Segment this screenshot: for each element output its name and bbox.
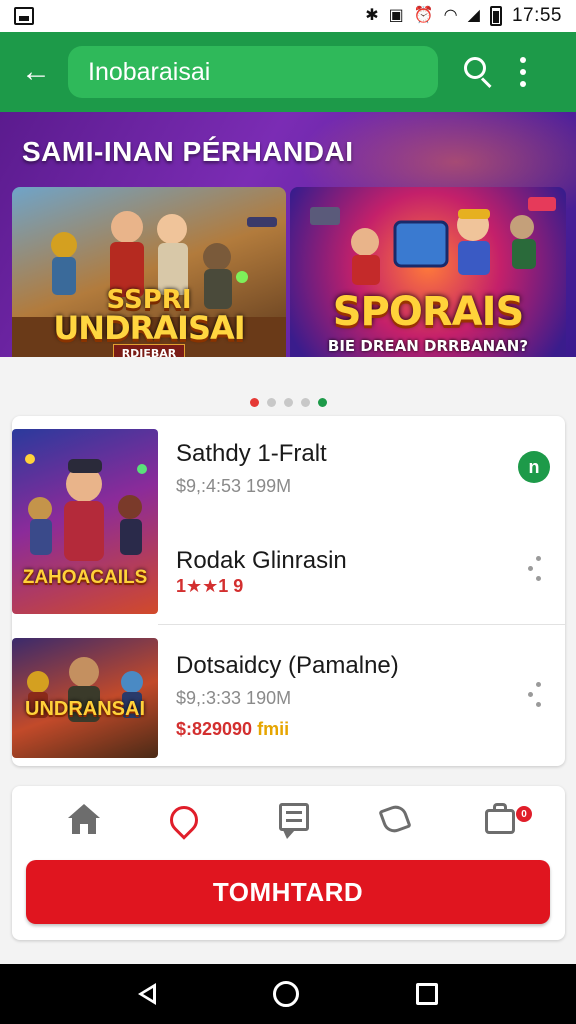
more-vertical-icon[interactable] <box>526 682 542 708</box>
heart-icon[interactable] <box>164 800 208 844</box>
promo-section: SAMI-INAN PÉRHANDAI SSPRI UNDRAISAI RDIE… <box>0 112 576 357</box>
list-item-1-subtitle: $9,:4:53 199M <box>176 476 292 496</box>
more-options-icon[interactable] <box>518 57 528 87</box>
image-icon <box>14 7 34 25</box>
game-thumbnail-1[interactable]: ZAHOACAILS <box>12 429 158 614</box>
promo-banner-1[interactable]: SSPRI UNDRAISAI RDIEBAR <box>12 187 286 357</box>
promo-banner-2[interactable]: SPORAIS BIE DREAN DRRBANAN? <box>290 187 566 357</box>
bottom-nav: 0 <box>12 800 565 844</box>
bag-icon[interactable]: 0 <box>482 800 532 844</box>
signal-icon: ◢ <box>467 7 480 24</box>
list-item-2-title[interactable]: Rodak Glinrasin <box>176 547 347 575</box>
status-right: ✱ ▣ ⏰ ◠ ◢ 17:55 <box>365 5 562 27</box>
status-clock: 17:55 <box>511 5 562 26</box>
thumbnail-1-logo: ZAHOACAILS <box>22 567 148 588</box>
bluetooth-icon: ✱ <box>365 7 379 24</box>
list-item-2-rating: 1★★1 9 <box>176 576 244 596</box>
banner-1-logo: UNDRAISAI <box>53 309 245 347</box>
carousel-dot[interactable] <box>300 398 310 407</box>
system-recents-icon[interactable] <box>415 983 438 1005</box>
more-vertical-icon[interactable] <box>526 556 542 582</box>
bottom-action-card: 0 TOMHTARD <box>12 786 565 940</box>
share-icon[interactable] <box>376 800 420 844</box>
carousel-dots <box>0 398 576 407</box>
list-divider <box>158 624 565 625</box>
app-bar: ← Inobaraisai <box>0 32 576 112</box>
carousel-dot[interactable] <box>317 398 327 407</box>
home-icon[interactable] <box>64 800 108 844</box>
app-title[interactable]: Inobaraisai <box>68 46 438 98</box>
banner-2-logo: SPORAIS <box>332 289 525 335</box>
system-back-icon[interactable] <box>138 983 157 1005</box>
system-nav-bar <box>0 964 576 1024</box>
carousel-dot[interactable] <box>283 398 293 407</box>
list-item-1-title[interactable]: Sathdy 1-Fralt <box>176 440 327 468</box>
vibrate-icon: ▣ <box>388 7 404 24</box>
list-item-3-subtitle: $9,:3:33 190M <box>176 688 292 708</box>
game-thumbnail-2[interactable]: UNDRANSAI <box>12 638 158 758</box>
price-value: $:829090 <box>176 719 253 739</box>
carousel-dot[interactable] <box>249 398 259 407</box>
cart-badge: 0 <box>516 806 532 822</box>
install-badge-icon[interactable]: n <box>518 451 550 483</box>
status-bar: ✱ ▣ ⏰ ◠ ◢ 17:55 <box>0 0 576 32</box>
wifi-icon: ◠ <box>443 7 458 24</box>
system-home-icon[interactable] <box>272 981 299 1007</box>
list-item-3-price: $:829090 fmii <box>176 719 289 740</box>
banner-1-subtitle: RDIEBAR <box>12 344 286 357</box>
carousel-dot[interactable] <box>266 398 276 407</box>
list-item-3-title[interactable]: Dotsaidcy (Pamalne) <box>176 652 399 680</box>
back-arrow-icon[interactable]: ← <box>18 54 54 90</box>
promo-heading: SAMI-INAN PÉRHANDAI <box>22 136 354 167</box>
chat-icon[interactable] <box>274 800 318 844</box>
alarm-icon: ⏰ <box>413 7 434 24</box>
game-list-card: ZAHOACAILS Sathdy 1-Fralt $9,:4:53 199M … <box>12 416 565 766</box>
price-suffix: fmii <box>257 719 290 739</box>
status-left <box>14 7 34 25</box>
banner-2-subtitle: BIE DREAN DRRBANAN? <box>327 337 529 355</box>
search-icon[interactable] <box>460 54 496 90</box>
primary-cta-button[interactable]: TOMHTARD <box>26 860 550 924</box>
thumbnail-2-logo: UNDRANSAI <box>25 698 145 720</box>
battery-icon <box>489 6 502 26</box>
